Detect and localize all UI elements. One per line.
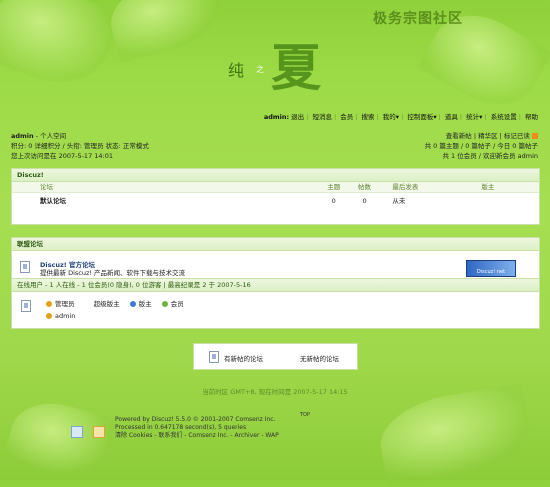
user-space-link[interactable]: - 个人空间 xyxy=(36,132,66,140)
online-legend: 管理员 超级版主 版主 会员 xyxy=(46,298,184,308)
xhtml-icon[interactable] xyxy=(71,426,83,438)
nav-members[interactable]: 会员 xyxy=(340,113,353,121)
alliance-site-desc: 提供最新 Discuz! 产品新闻、软件下载与技术交流 xyxy=(40,269,186,277)
online-users-bar[interactable]: 在线用户 - 1 人在线 - 1 位会员(0 隐身), 0 位游客 | 最高纪录… xyxy=(12,278,539,292)
forum-icon xyxy=(20,261,30,273)
back-to-top[interactable]: TOP xyxy=(300,412,310,418)
top-navigation: admin: 退出 | 短消息 | 会员 | 搜索 | 我的▾ | 控制面板▾ | 道具 | … xyxy=(263,113,538,121)
banner-text-chun: 纯 xyxy=(228,61,245,80)
online-users-list: 管理员 超级版主 版主 会员 admin xyxy=(12,292,539,328)
shield-icon[interactable] xyxy=(93,426,105,438)
banner-text-zhi: 之 xyxy=(256,65,264,74)
quick-links[interactable]: 查看新帖 | 精华区 | 标记已读 xyxy=(446,132,530,140)
powered-by: Powered by Discuz! 5.5.0 © 2001-2007 Com… xyxy=(115,416,279,440)
nav-settings[interactable]: 系统设置 xyxy=(491,113,517,121)
nav-control-panel[interactable]: 控制面板▾ xyxy=(407,113,436,121)
leaf-decoration xyxy=(374,382,536,487)
forum-topics: 0 xyxy=(331,197,336,205)
banner-text-xia: 夏 xyxy=(271,38,321,97)
legend-member: 会员 xyxy=(170,300,184,308)
online-username[interactable]: admin xyxy=(55,312,75,320)
user-last-visit: 您上次访问是在 2007-5-17 14:01 xyxy=(11,152,114,160)
alliance-panel: 联盟论坛 Discuz! 官方论坛 提供最新 Discuz! 产品新闻、软件下载… xyxy=(11,237,540,329)
col-last-post: 最后发表 xyxy=(392,183,419,191)
member-badge-icon xyxy=(161,301,168,307)
post-stats: 共 0 篇主题 / 0 篇帖子 / 今日 0 篇帖子 xyxy=(424,142,538,150)
forum-name[interactable]: 默认论坛 xyxy=(12,193,319,210)
nav-messages[interactable]: 短消息 xyxy=(312,113,332,121)
legend-admin: 管理员 xyxy=(55,300,75,308)
forum-moderator xyxy=(469,193,539,210)
forum-posts: 0 xyxy=(362,197,367,205)
footer-links[interactable]: 清除 Cookies - 联系我们 - Comsenz Inc. - Archi… xyxy=(115,432,279,440)
user-credits: 积分: 0 详细积分 / 头衔: 管理员 状态: 正常模式 xyxy=(11,142,149,150)
forum-table-header: 论坛 主题 帖数 最后发表 版主 xyxy=(12,182,539,193)
nav-logout[interactable]: 退出 xyxy=(291,113,304,121)
super-mod-badge-icon xyxy=(85,301,91,307)
admin-badge-icon xyxy=(46,301,52,307)
legend-no-new-posts: 无新帖的论坛 xyxy=(300,355,339,363)
forum-stats: 查看新帖 | 精华区 | 标记已读 共 0 篇主题 / 0 篇帖子 / 今日 0… xyxy=(425,131,538,161)
server-time: 当前时区 GMT+8, 现在时间是 2007-5-17 14:15 xyxy=(202,388,348,396)
alliance-title[interactable]: 联盟论坛 xyxy=(12,238,539,251)
nav-help[interactable]: 帮助 xyxy=(525,113,538,121)
rss-icon[interactable] xyxy=(532,133,538,139)
table-row: 默认论坛 0 0 从未 xyxy=(12,193,539,210)
legend-super-mod: 超级版主 xyxy=(93,300,120,308)
online-user-admin[interactable]: admin xyxy=(46,312,75,320)
legend-mod: 版主 xyxy=(138,300,152,308)
col-posts: 帖数 xyxy=(358,183,372,191)
header: 极务宗图社区 纯 之 夏 xyxy=(0,0,550,110)
nav-username: admin: xyxy=(263,113,290,121)
forum-last-post: 从未 xyxy=(392,197,406,205)
nav-stats[interactable]: 统计▾ xyxy=(466,113,482,121)
processed-line: Processed in 0.647178 second(s), 5 queri… xyxy=(115,424,247,431)
legend-new-posts: 有新帖的论坛 xyxy=(224,355,263,363)
nav-my[interactable]: 我的▾ xyxy=(383,113,399,121)
powered-line[interactable]: Powered by Discuz! 5.5.0 © 2001-2007 Com… xyxy=(115,416,279,424)
site-logo[interactable]: 极务宗图社区 xyxy=(373,8,463,28)
col-topics: 主题 xyxy=(327,183,341,191)
category-title[interactable]: Discuz! xyxy=(12,169,539,182)
user-name[interactable]: admin xyxy=(11,132,34,140)
online-icon xyxy=(21,300,31,312)
member-stats: 共 1 位会员 / 欢迎新会员 admin xyxy=(442,152,538,160)
forum-category-panel: Discuz! 论坛 主题 帖数 最后发表 版主 默认论坛 0 0 从未 xyxy=(11,168,540,225)
nav-search[interactable]: 搜索 xyxy=(362,113,375,121)
col-moderator: 版主 xyxy=(481,183,495,191)
new-posts-icon xyxy=(209,351,219,363)
alliance-row: Discuz! 官方论坛 提供最新 Discuz! 产品新闻、软件下载与技术交流… xyxy=(12,251,539,278)
admin-badge-icon xyxy=(46,313,52,319)
leaf-decoration xyxy=(2,393,118,487)
user-info: admin - 个人空间 积分: 0 详细积分 / 头衔: 管理员 状态: 正常… xyxy=(11,131,149,161)
alliance-banner[interactable]: Discuz! net xyxy=(466,260,516,277)
mod-badge-icon xyxy=(129,301,136,307)
nav-tools[interactable]: 道具 xyxy=(445,113,458,121)
forum-legend-box: 有新帖的论坛 无新帖的论坛 xyxy=(193,343,358,370)
col-forum: 论坛 xyxy=(40,183,53,191)
